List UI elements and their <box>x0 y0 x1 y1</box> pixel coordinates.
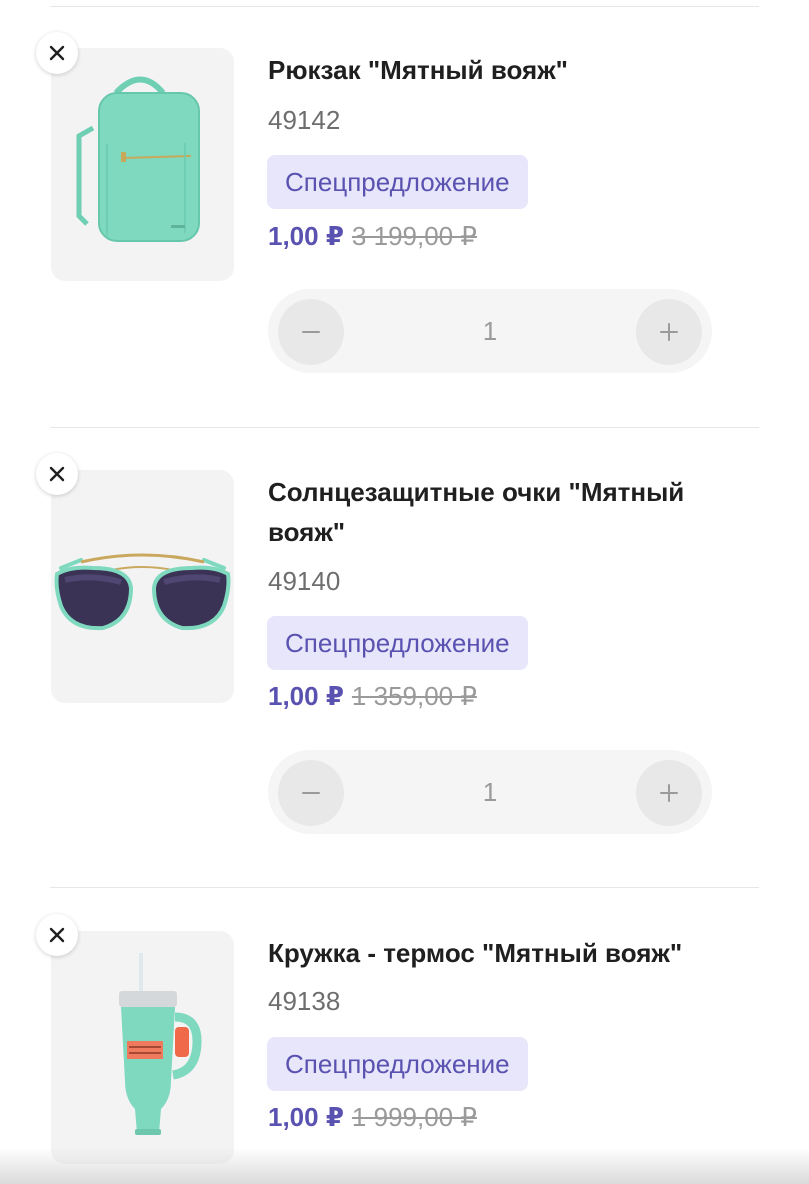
item-divider <box>50 427 759 428</box>
product-image[interactable] <box>51 931 234 1164</box>
remove-item-button[interactable] <box>36 32 78 74</box>
close-icon <box>49 45 65 61</box>
price-row: 1,00 ₽1 999,00 ₽ <box>268 1100 477 1134</box>
old-price: 1 359,00 ₽ <box>351 681 477 711</box>
current-price: 1,00 ₽ <box>268 221 344 251</box>
sunglasses-icon <box>54 553 231 631</box>
backpack-icon <box>76 76 200 242</box>
current-price: 1,00 ₽ <box>268 1102 344 1132</box>
price-row: 1,00 ₽3 199,00 ₽ <box>268 219 477 253</box>
top-divider <box>50 6 759 7</box>
close-icon <box>49 927 65 943</box>
product-title[interactable]: Солнцезащитные очки "Мятный вояж" <box>268 472 728 552</box>
old-price: 1 999,00 ₽ <box>351 1102 477 1132</box>
product-image[interactable] <box>51 470 234 703</box>
product-title[interactable]: Кружка - термос "Мятный вояж" <box>268 933 748 973</box>
minus-icon <box>302 792 320 794</box>
special-offer-badge: Спецпредложение <box>267 616 528 670</box>
plus-icon <box>660 323 678 341</box>
bottom-shadow <box>0 1148 809 1184</box>
price-row: 1,00 ₽1 359,00 ₽ <box>268 679 477 713</box>
plus-icon <box>660 784 678 802</box>
quantity-stepper: 1 <box>268 750 712 834</box>
decrease-quantity-button[interactable] <box>278 760 344 826</box>
product-sku: 49138 <box>268 986 341 1016</box>
close-icon <box>49 466 65 482</box>
product-sku: 49140 <box>268 566 341 596</box>
minus-icon <box>302 331 320 333</box>
tumbler-icon <box>119 953 202 1135</box>
remove-item-button[interactable] <box>36 914 78 956</box>
increase-quantity-button[interactable] <box>636 760 702 826</box>
product-title[interactable]: Рюкзак "Мятный вояж" <box>268 50 748 90</box>
item-divider <box>50 887 759 888</box>
special-offer-badge: Спецпредложение <box>267 155 528 209</box>
product-image[interactable] <box>51 48 234 281</box>
remove-item-button[interactable] <box>36 453 78 495</box>
quantity-stepper: 1 <box>268 289 712 373</box>
old-price: 3 199,00 ₽ <box>351 221 477 251</box>
special-offer-badge: Спецпредложение <box>267 1037 528 1091</box>
decrease-quantity-button[interactable] <box>278 299 344 365</box>
product-sku: 49142 <box>268 105 341 135</box>
increase-quantity-button[interactable] <box>636 299 702 365</box>
current-price: 1,00 ₽ <box>268 681 344 711</box>
